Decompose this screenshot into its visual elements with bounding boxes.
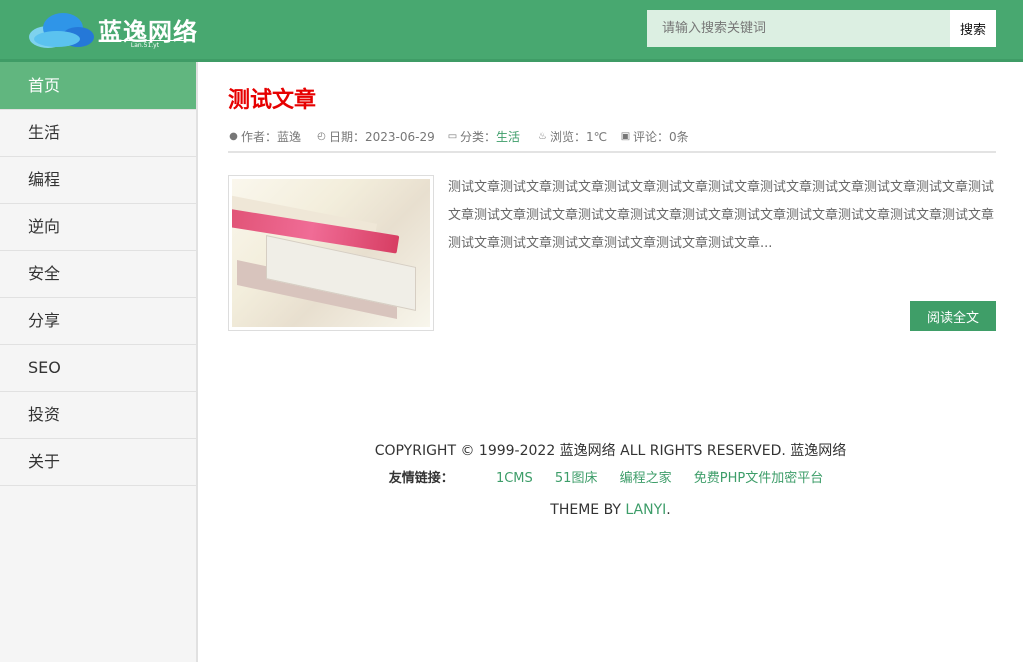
cloud-logo-icon	[29, 13, 94, 48]
fire-icon: ♨	[538, 131, 547, 142]
sidebar-navigation: 首页 生活 编程 逆向 安全 分享 SEO 投资 关于	[0, 62, 198, 662]
user-icon: ●	[229, 131, 238, 142]
search-button[interactable]: 搜索	[950, 10, 996, 47]
search-input[interactable]	[647, 10, 950, 47]
article-excerpt: 测试文章测试文章测试文章测试文章测试文章测试文章测试文章测试文章测试文章测试文章…	[448, 180, 995, 251]
author-meta: ● 作者：蓝逸	[228, 128, 301, 145]
date-text: 日期：2023-06-29	[329, 130, 435, 144]
copyright-text: COPYRIGHT © 1999-2022 蓝逸网络 ALL RIGHTS RE…	[374, 443, 847, 459]
sidebar-item-seo[interactable]: SEO	[0, 345, 196, 392]
category-meta: ▭ 分类： 生活	[447, 128, 520, 145]
author-text: 作者：蓝逸	[241, 130, 302, 144]
article-meta: ● 作者：蓝逸 ◴ 日期：2023-06-29 ▭ 分类： 生活 ♨ 浏览：1℃…	[228, 128, 996, 153]
site-logo[interactable]: 蓝逸网络 Lan.51.yt	[28, 9, 198, 53]
sidebar-item-about[interactable]: 关于	[0, 439, 196, 486]
clock-icon: ◴	[317, 131, 326, 142]
comments-text: 评论：0条	[633, 130, 689, 144]
site-header: 蓝逸网络 Lan.51.yt 搜索	[0, 0, 1023, 62]
article-card: 测试文章 ● 作者：蓝逸 ◴ 日期：2023-06-29 ▭ 分类： 生活 ♨ …	[228, 86, 996, 331]
sidebar-item-home[interactable]: 首页	[0, 62, 196, 110]
comment-icon: ▣	[620, 131, 631, 142]
friend-link-biancheng[interactable]: 编程之家	[620, 471, 672, 486]
date-meta: ◴ 日期：2023-06-29	[316, 128, 435, 145]
friend-links: 友情链接： 1CMS 51图床 编程之家 免费PHP文件加密平台	[198, 467, 1023, 486]
theme-prefix: THEME BY	[550, 502, 626, 518]
search-bar: 搜索	[647, 10, 996, 47]
sidebar-item-reverse[interactable]: 逆向	[0, 204, 196, 251]
comments-meta: ▣ 评论：0条	[620, 128, 689, 145]
read-more-button[interactable]: 阅读全文	[910, 301, 996, 331]
theme-link[interactable]: LANYI	[625, 502, 666, 518]
category-label: 分类：	[460, 130, 497, 144]
friend-link-1cms[interactable]: 1CMS	[496, 471, 533, 486]
sidebar-item-life[interactable]: 生活	[0, 110, 196, 157]
sidebar-item-security[interactable]: 安全	[0, 251, 196, 298]
folder-icon: ▭	[447, 131, 458, 142]
theme-suffix: .	[666, 502, 671, 518]
book-photo-image	[232, 179, 430, 327]
sidebar-item-investment[interactable]: 投资	[0, 392, 196, 439]
views-text: 浏览：1℃	[550, 130, 608, 144]
sidebar-item-share[interactable]: 分享	[0, 298, 196, 345]
friend-link-51tuchuang[interactable]: 51图床	[555, 471, 598, 486]
friend-links-label: 友情链接：	[388, 471, 454, 486]
article-title[interactable]: 测试文章	[228, 86, 996, 116]
friend-link-php-encrypt[interactable]: 免费PHP文件加密平台	[694, 471, 823, 486]
article-thumbnail[interactable]	[228, 175, 434, 331]
views-meta: ♨ 浏览：1℃	[537, 128, 607, 145]
theme-credit: THEME BY LANYI.	[198, 502, 1023, 518]
sidebar-item-programming[interactable]: 编程	[0, 157, 196, 204]
logo-subtext: Lan.51.yt	[100, 40, 190, 49]
category-link[interactable]: 生活	[496, 128, 520, 145]
